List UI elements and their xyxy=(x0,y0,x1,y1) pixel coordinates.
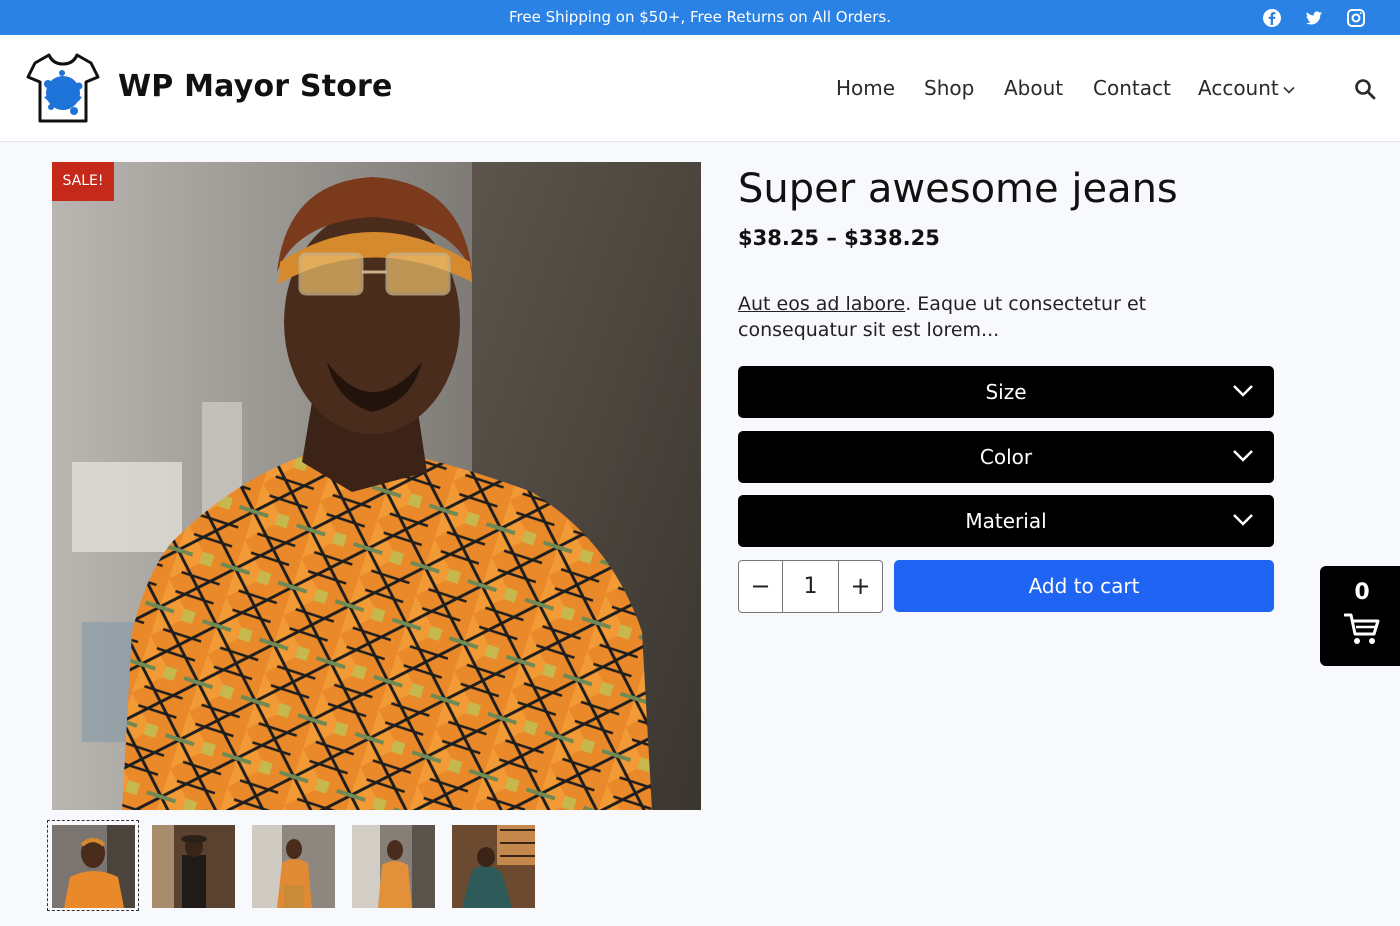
size-select[interactable]: Size xyxy=(738,366,1274,418)
size-select-label: Size xyxy=(985,380,1027,404)
facebook-icon[interactable] xyxy=(1262,8,1282,28)
nav-account[interactable]: Account xyxy=(1198,76,1295,100)
instagram-icon[interactable] xyxy=(1346,8,1366,28)
add-to-cart-button[interactable]: Add to cart xyxy=(894,560,1274,612)
floating-cart-button[interactable]: 0 xyxy=(1320,566,1400,666)
site-title[interactable]: WP Mayor Store xyxy=(118,69,393,104)
nav-about[interactable]: About xyxy=(1004,76,1063,100)
color-select-label: Color xyxy=(979,445,1033,469)
nav-shop[interactable]: Shop xyxy=(924,76,974,100)
description-link[interactable]: Aut eos ad labore xyxy=(738,293,905,315)
chevron-down-icon xyxy=(1283,86,1295,94)
announcement-text: Free Shipping on $50+, Free Returns on A… xyxy=(509,8,891,26)
cart-count: 0 xyxy=(1354,580,1370,605)
nav-account-label: Account xyxy=(1198,76,1279,100)
nav-contact[interactable]: Contact xyxy=(1093,76,1171,100)
nav-home[interactable]: Home xyxy=(836,76,895,100)
product-title: Super awesome jeans xyxy=(738,166,1178,212)
product-short-description: Aut eos ad labore. Eaque ut consectetur … xyxy=(738,291,1268,343)
quantity-decrease-button[interactable]: − xyxy=(739,561,783,612)
chevron-down-icon xyxy=(1233,450,1253,462)
material-select[interactable]: Material xyxy=(738,495,1274,547)
quantity-input[interactable]: 1 xyxy=(783,561,838,612)
product-thumbnail-3[interactable] xyxy=(252,825,335,908)
color-select[interactable]: Color xyxy=(738,431,1274,483)
product-thumbnail-5[interactable] xyxy=(452,825,535,908)
chevron-down-icon xyxy=(1233,514,1253,526)
quantity-stepper: − 1 + xyxy=(738,560,883,613)
tshirt-logo-icon[interactable] xyxy=(26,51,100,125)
product-thumbnail-4[interactable] xyxy=(352,825,435,908)
search-icon[interactable] xyxy=(1354,78,1376,100)
announcement-bar: Free Shipping on $50+, Free Returns on A… xyxy=(0,0,1400,35)
product-thumbnail-1[interactable] xyxy=(52,825,135,908)
sale-badge: SALE! xyxy=(52,162,114,201)
cart-icon xyxy=(1344,613,1380,644)
twitter-icon[interactable] xyxy=(1304,8,1324,28)
site-header: WP Mayor Store Home Shop About Contact A… xyxy=(0,35,1400,142)
product-price: $38.25 – $338.25 xyxy=(738,226,940,250)
product-main-image[interactable] xyxy=(52,162,701,810)
product-thumbnail-2[interactable] xyxy=(152,825,235,908)
chevron-down-icon xyxy=(1233,385,1253,397)
material-select-label: Material xyxy=(965,509,1047,533)
quantity-increase-button[interactable]: + xyxy=(838,561,882,612)
